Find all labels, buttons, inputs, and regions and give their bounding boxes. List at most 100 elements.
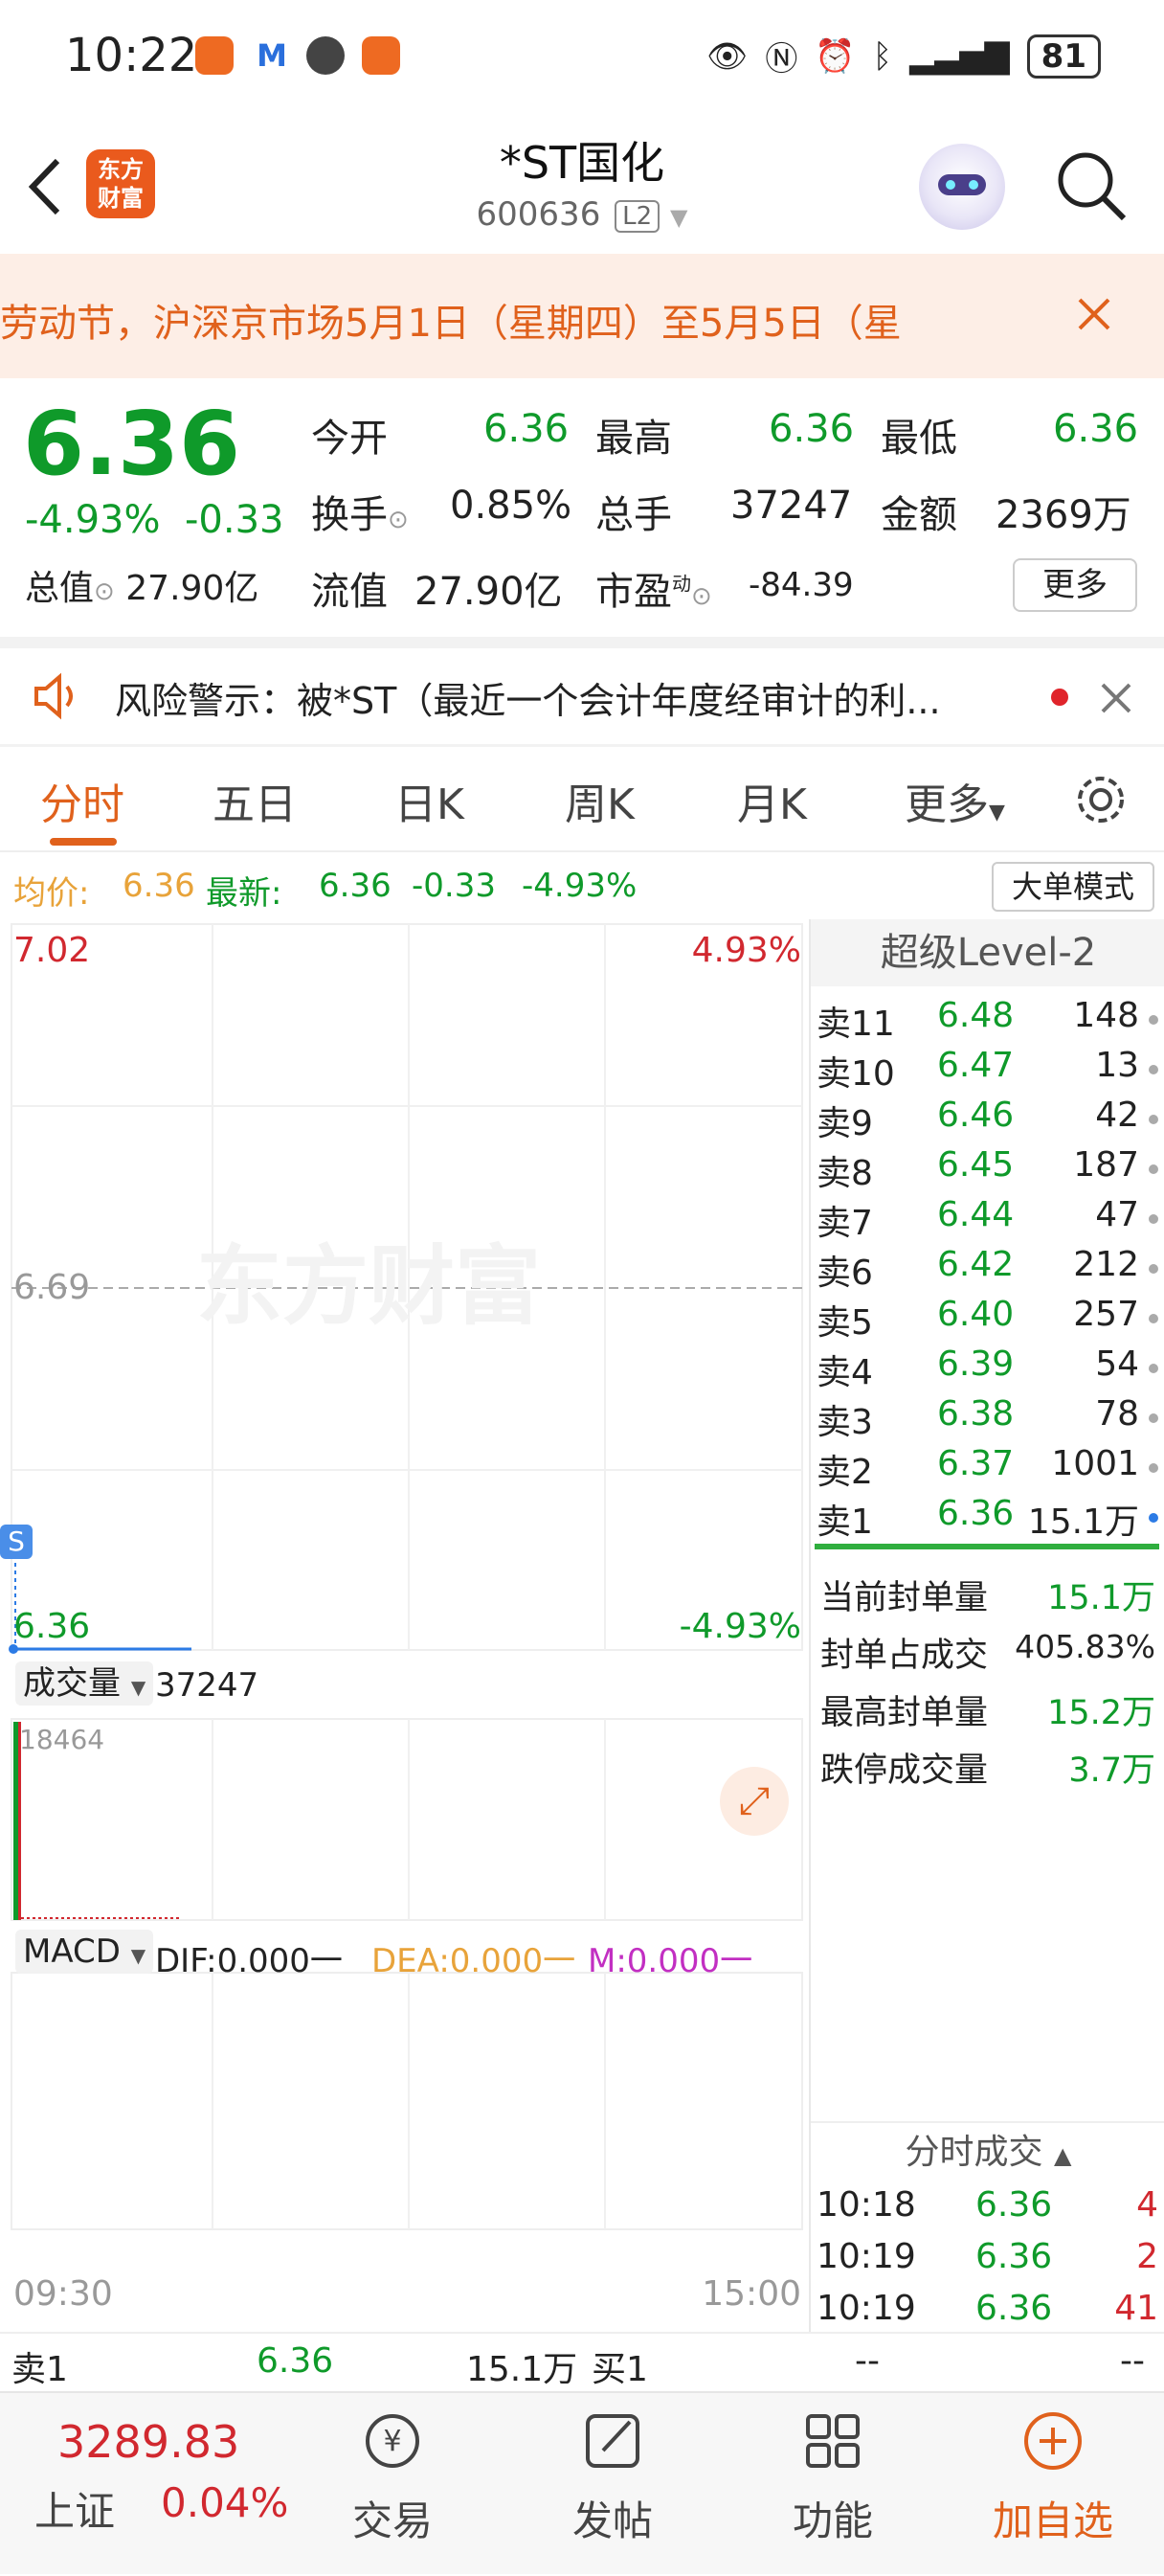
ask-row[interactable]: 卖11 6.48 148 — [811, 996, 1164, 1046]
ask-label: 卖1 — [817, 1503, 873, 1542]
speaker-icon — [34, 672, 73, 720]
strip-sell-vol: 15.1万 — [466, 2350, 578, 2389]
ask-label: 卖6 — [817, 1254, 873, 1293]
y-max-pct: 4.93% — [691, 931, 801, 970]
close-icon[interactable] — [1097, 679, 1135, 717]
ask-volume: 257 — [1073, 1295, 1139, 1334]
tab-daily-k[interactable]: 日K — [394, 770, 464, 831]
risk-warning[interactable]: 风险警示：被*ST（最近一个会计年度经审计的利... — [0, 648, 1164, 744]
nav-trade[interactable]: ¥ 交易 — [316, 2393, 469, 2576]
info-icon: ⊙ — [388, 506, 409, 534]
battery-icon: 81 — [1026, 34, 1101, 79]
stat-value: 15.1万 — [1047, 1579, 1155, 1617]
ask-label: 卖2 — [817, 1453, 873, 1492]
ask-row[interactable]: 卖1 6.36 15.1万 — [811, 1494, 1164, 1544]
tab-more[interactable]: 更多▼ — [905, 770, 1005, 831]
index-ticker[interactable]: 3289.83 上证 0.04% — [0, 2393, 306, 2576]
macd-dropdown[interactable]: MACD ▼ — [15, 1930, 154, 1974]
ask-row[interactable]: 卖4 6.39 54 — [811, 1344, 1164, 1394]
nav-functions[interactable]: 功能 — [756, 2393, 909, 2576]
sell-marker[interactable]: S — [0, 1525, 33, 1559]
intraday-chart[interactable]: 东方财富 7.02 4.93% 6.69 6.36 -4.93% S 成交量 ▼… — [0, 919, 809, 2332]
strip-buy-label: 买1 — [592, 2350, 648, 2389]
more-button[interactable]: 更多 — [1013, 558, 1137, 612]
latest-pct: -4.93% — [522, 867, 638, 905]
ask-price: 6.44 — [937, 1195, 1015, 1234]
search-icon[interactable] — [1053, 147, 1130, 224]
settings-icon[interactable] — [1072, 771, 1130, 828]
ask-price: 6.39 — [937, 1344, 1015, 1384]
volume-dropdown[interactable]: 成交量 ▼ — [15, 1661, 154, 1706]
ask-row[interactable]: 卖7 6.44 47 — [811, 1195, 1164, 1245]
avg-value: 6.36 — [123, 867, 195, 905]
ask-volume: 78 — [1095, 1394, 1139, 1434]
seal-stat-row: 封单占成交 405.83% — [820, 1628, 1155, 1677]
nav-add-watchlist[interactable]: 加自选 — [976, 2393, 1130, 2576]
row-dot — [1149, 1364, 1158, 1373]
ask-row[interactable]: 卖8 6.45 187 — [811, 1145, 1164, 1195]
ask-label: 卖10 — [817, 1054, 895, 1094]
ask-price: 6.37 — [937, 1444, 1015, 1483]
ask-row[interactable]: 卖2 6.37 1001 — [811, 1444, 1164, 1494]
ask-row[interactable]: 卖10 6.47 13 — [811, 1046, 1164, 1096]
tab-weekly-k[interactable]: 周K — [565, 770, 635, 831]
tick-price: 6.36 — [975, 2289, 1053, 2328]
ticks-title[interactable]: 分时成交 ▲ — [811, 2124, 1164, 2174]
ask-price: 6.38 — [937, 1394, 1015, 1434]
strip-buy-vol: -- — [1120, 2341, 1145, 2381]
row-dot — [1149, 1413, 1158, 1423]
row-dot — [1149, 1164, 1158, 1174]
info-icon: ⊙ — [691, 582, 712, 611]
status-bar: 10:22 M 👁 Ⓝ ⏰ ᛒ ▂▃▅▇ 81 — [0, 0, 1164, 115]
row-dot — [1149, 1065, 1158, 1074]
amount-value: 2369万 — [996, 493, 1131, 537]
m-value: M:0.000一 — [588, 1942, 753, 1980]
dropdown-icon: ▼ — [130, 1676, 146, 1699]
float-value: 27.90亿 — [414, 570, 563, 614]
app-notification-icon — [195, 36, 234, 75]
ask-price: 6.45 — [937, 1145, 1015, 1185]
ask-row[interactable]: 卖3 6.38 78 — [811, 1394, 1164, 1444]
latest-label: 最新: — [206, 874, 282, 913]
svg-text:¥: ¥ — [383, 2425, 401, 2458]
status-icons: 👁 Ⓝ ⏰ ᛒ ▂▃▅▇ 81 — [706, 33, 1101, 79]
close-icon[interactable] — [1070, 290, 1118, 338]
ask-row[interactable]: 卖9 6.46 42 — [811, 1096, 1164, 1145]
ask-row[interactable]: 卖5 6.40 257 — [811, 1295, 1164, 1344]
tab-intraday[interactable]: 分时 — [40, 770, 124, 831]
tab-monthly-k[interactable]: 月K — [737, 770, 807, 831]
info-icon: ⊙ — [94, 577, 115, 606]
ask-label: 卖11 — [817, 1005, 895, 1044]
eye-icon: 👁 — [706, 36, 749, 76]
row-dot — [1149, 1314, 1158, 1323]
chart-tabs: 分时 五日 日K 周K 月K 更多▼ — [0, 747, 1164, 852]
low-value: 6.36 — [1053, 407, 1139, 451]
nav-post[interactable]: 发帖 — [536, 2393, 689, 2576]
price-summary-line: 均价: 6.36 最新: 6.36 -0.33 -4.93% — [0, 855, 1164, 922]
ask-price: 6.42 — [937, 1245, 1015, 1284]
risk-text: 风险警示：被*ST（最近一个会计年度经审计的利... — [115, 680, 941, 722]
ask-label: 卖9 — [817, 1104, 873, 1143]
big-order-mode-button[interactable]: 大单模式 — [992, 862, 1154, 912]
dif-value: DIF:0.000一 — [155, 1942, 343, 1980]
volume-label: 总手 — [595, 493, 672, 537]
ask-label: 卖3 — [817, 1403, 873, 1442]
ask-volume: 47 — [1095, 1195, 1139, 1234]
holiday-banner[interactable]: 劳动节，沪深京市场5月1日（星期四）至5月5日（星 — [0, 254, 1164, 378]
add-icon — [1024, 2412, 1082, 2470]
expand-icon[interactable]: ⤢ — [720, 1767, 789, 1836]
stat-value: 3.7万 — [1068, 1751, 1155, 1790]
ask-label: 卖7 — [817, 1204, 873, 1243]
assistant-robot-icon[interactable] — [919, 144, 1005, 230]
ask-price: 6.40 — [937, 1295, 1015, 1334]
app-notification-icon — [362, 36, 400, 75]
nav-add-label: 加自选 — [992, 2497, 1113, 2544]
ask-row[interactable]: 卖6 6.42 212 — [811, 1245, 1164, 1295]
signal-icon: ▂▃▅▇ — [909, 36, 1010, 76]
tab-five-day[interactable]: 五日 — [213, 770, 297, 831]
watermark: 东方财富 — [196, 1236, 541, 1337]
turnover-label: 换手⊙ — [311, 493, 409, 537]
pe-label: 市盈动⊙ — [595, 570, 712, 614]
bottom-nav: 3289.83 上证 0.04% ¥ 交易 发帖 功能 加自选 — [0, 2391, 1164, 2574]
red-dot — [1051, 689, 1068, 706]
